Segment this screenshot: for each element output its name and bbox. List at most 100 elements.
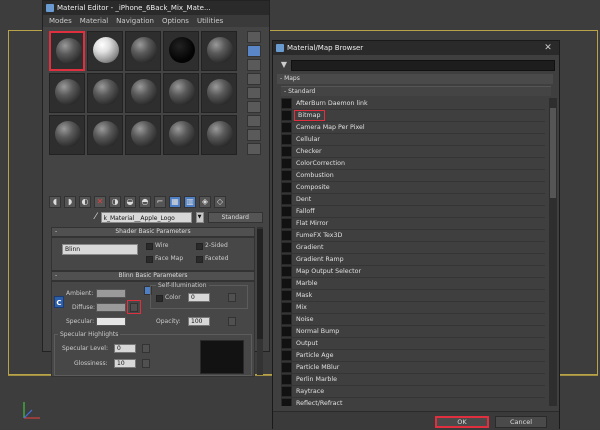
material-type-button[interactable]: Standard xyxy=(207,211,263,223)
sample-slot[interactable] xyxy=(49,73,85,113)
sample-slot[interactable] xyxy=(125,31,161,71)
assign-material-icon[interactable]: ◐ xyxy=(79,196,91,208)
faceted-checkbox[interactable]: Faceted xyxy=(196,255,228,263)
go-to-parent-icon[interactable]: ◈ xyxy=(199,196,211,208)
close-icon[interactable]: ✕ xyxy=(541,41,555,55)
reset-map-icon[interactable]: ✕ xyxy=(94,196,106,208)
lock-ambient-diffuse-button[interactable]: C xyxy=(54,296,64,308)
specular-level-spinner[interactable]: 0 xyxy=(114,344,136,353)
make-copy-icon[interactable]: ◑ xyxy=(109,196,121,208)
sample-slot[interactable] xyxy=(201,31,237,71)
map-list-item[interactable]: Camera Map Per Pixel xyxy=(281,122,545,134)
pick-from-object-icon[interactable]: ⁄ xyxy=(95,212,97,222)
make-preview-button[interactable] xyxy=(247,101,261,113)
material-navigator-button[interactable] xyxy=(247,143,261,155)
map-list-item[interactable]: Bitmap xyxy=(281,110,545,122)
map-list-item[interactable]: Dent xyxy=(281,194,545,206)
search-input[interactable] xyxy=(291,59,555,71)
shader-rollout-header[interactable]: - Shader Basic Parameters xyxy=(51,227,255,237)
map-list-item[interactable]: Composite xyxy=(281,182,545,194)
menu-navigation[interactable]: Navigation xyxy=(116,15,154,27)
map-list-item[interactable]: Particle MBlur xyxy=(281,362,545,374)
select-by-material-button[interactable] xyxy=(247,129,261,141)
map-list-item[interactable]: Raytrace xyxy=(281,386,545,398)
blinn-rollout-header[interactable]: - Blinn Basic Parameters xyxy=(51,271,255,281)
face-map-checkbox[interactable]: Face Map xyxy=(146,255,183,263)
menu-material[interactable]: Material xyxy=(80,15,108,27)
map-list-item[interactable]: Mask xyxy=(281,290,545,302)
sample-type-button[interactable] xyxy=(247,31,261,43)
map-list-item[interactable]: Marble xyxy=(281,278,545,290)
self-illum-color-spinner[interactable]: 0 xyxy=(188,293,210,302)
specular-level-map-button[interactable] xyxy=(142,344,150,353)
glossiness-map-button[interactable] xyxy=(142,359,150,368)
glossiness-spinner[interactable]: 10 xyxy=(114,359,136,368)
map-list-item[interactable]: FumeFX Tex3D xyxy=(281,230,545,242)
go-forward-sibling-icon[interactable]: ◇ xyxy=(214,196,226,208)
standard-group-header[interactable]: - Standard xyxy=(281,86,551,96)
browser-scrollbar[interactable] xyxy=(549,98,557,406)
map-list-item[interactable]: Mix xyxy=(281,302,545,314)
map-list-item[interactable]: Output xyxy=(281,338,545,350)
get-material-icon[interactable]: ◖ xyxy=(49,196,61,208)
filter-icon[interactable]: ▼ xyxy=(277,59,291,71)
map-list-item[interactable]: Gradient xyxy=(281,242,545,254)
material-editor-titlebar[interactable]: Material Editor - _iPhone_6Back_Mix_Mate… xyxy=(43,1,269,15)
ambient-color-swatch[interactable] xyxy=(96,289,126,298)
map-list-item[interactable]: Cellular xyxy=(281,134,545,146)
opacity-spinner[interactable]: 100 xyxy=(188,317,210,326)
sample-slot[interactable] xyxy=(201,115,237,155)
sample-slot[interactable] xyxy=(201,73,237,113)
sample-slot[interactable] xyxy=(49,115,85,155)
map-list-item[interactable]: AfterBurn Daemon link xyxy=(281,98,545,110)
menu-options[interactable]: Options xyxy=(162,15,189,27)
video-color-check-button[interactable] xyxy=(247,87,261,99)
shader-type-select[interactable]: Blinn xyxy=(62,244,138,255)
material-editor-scrollbar[interactable] xyxy=(257,227,263,375)
show-map-in-viewport-icon[interactable]: ▦ xyxy=(169,196,181,208)
map-list-item[interactable]: Combustion xyxy=(281,170,545,182)
map-list-item[interactable]: Falloff xyxy=(281,206,545,218)
specular-color-swatch[interactable] xyxy=(96,317,126,326)
sample-slot[interactable] xyxy=(87,115,123,155)
uv-tiling-button[interactable] xyxy=(247,73,261,85)
put-to-library-icon[interactable]: ◓ xyxy=(139,196,151,208)
cancel-button[interactable]: Cancel xyxy=(495,416,547,428)
menu-utilities[interactable]: Utilities xyxy=(197,15,223,27)
sample-slot[interactable] xyxy=(125,115,161,155)
wire-checkbox[interactable]: Wire xyxy=(146,242,169,250)
sample-slot[interactable] xyxy=(163,31,199,71)
material-id-icon[interactable]: ⌐ xyxy=(154,196,166,208)
chevron-down-icon[interactable]: ▼ xyxy=(195,211,204,223)
maps-section-header[interactable]: - Maps xyxy=(277,74,553,84)
sample-slot[interactable] xyxy=(163,115,199,155)
self-illum-map-button[interactable] xyxy=(228,293,236,302)
map-list-item[interactable]: Flat Mirror xyxy=(281,218,545,230)
map-list-item[interactable]: Reflect/Refract xyxy=(281,398,545,406)
map-list-item[interactable]: Particle Age xyxy=(281,350,545,362)
backlight-button[interactable] xyxy=(247,45,261,57)
browser-titlebar[interactable]: Material/Map Browser ✕ xyxy=(273,41,559,55)
sample-slot[interactable] xyxy=(87,31,123,71)
options-button[interactable] xyxy=(247,115,261,127)
sample-slot[interactable] xyxy=(87,73,123,113)
map-list-item[interactable]: Normal Bump xyxy=(281,326,545,338)
menu-modes[interactable]: Modes xyxy=(49,15,72,27)
material-name-field[interactable]: k_Material__Apple_Logo xyxy=(100,211,192,223)
map-list-item[interactable]: ColorCorrection xyxy=(281,158,545,170)
sample-slot[interactable] xyxy=(49,31,85,71)
show-end-result-icon[interactable]: ▥ xyxy=(184,196,196,208)
map-list-item[interactable]: Perlin Marble xyxy=(281,374,545,386)
opacity-map-button[interactable] xyxy=(228,317,236,326)
make-unique-icon[interactable]: ◒ xyxy=(124,196,136,208)
map-list-item[interactable]: Map Output Selector xyxy=(281,266,545,278)
sample-slot[interactable] xyxy=(163,73,199,113)
map-list-item[interactable]: Gradient Ramp xyxy=(281,254,545,266)
diffuse-color-swatch[interactable] xyxy=(96,303,126,312)
background-button[interactable] xyxy=(247,59,261,71)
two-sided-checkbox[interactable]: 2-Sided xyxy=(196,242,228,250)
self-illum-color-checkbox[interactable]: Color xyxy=(156,294,181,302)
map-list-item[interactable]: Noise xyxy=(281,314,545,326)
sample-slot[interactable] xyxy=(125,73,161,113)
ok-button[interactable]: OK xyxy=(435,416,489,428)
